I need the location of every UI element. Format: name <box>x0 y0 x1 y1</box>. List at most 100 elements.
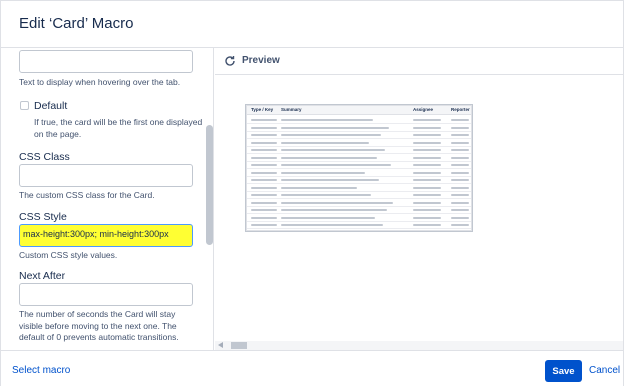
select-macro-link[interactable]: Select macro <box>12 365 70 376</box>
thumbnail-row-divider <box>247 198 471 199</box>
thumbnail-cell <box>413 194 441 196</box>
thumbnail-cell <box>413 126 441 129</box>
thumbnail-col-assignee: Assignee <box>413 107 434 112</box>
thumbnail-cell <box>281 209 387 211</box>
thumbnail-row-divider <box>247 190 471 192</box>
thumbnail-cell <box>281 164 391 166</box>
thumbnail-col-reporter: Reporter <box>451 107 470 112</box>
thumbnail-cell <box>451 209 469 211</box>
thumbnail-cell <box>413 164 441 166</box>
thumbnail-cell <box>251 156 277 159</box>
thumbnail-cell <box>413 134 441 136</box>
thumbnail-cell <box>281 179 379 181</box>
next-after-input[interactable] <box>19 283 193 306</box>
thumbnail-cell <box>281 126 389 129</box>
thumbnail-cell <box>413 209 441 211</box>
thumbnail-cell <box>413 171 441 174</box>
macro-dialog: Edit ‘Card’ Macro Text to display when h… <box>0 0 624 387</box>
thumbnail-cell <box>281 171 365 174</box>
preview-bar: Preview <box>215 48 623 75</box>
thumbnail-cell <box>251 119 277 121</box>
dialog-title: Edit ‘Card’ Macro <box>19 15 134 32</box>
cancel-link[interactable]: Cancel <box>589 365 620 376</box>
css-class-help: The custom CSS class for the Card. <box>19 190 155 200</box>
thumbnail-cell <box>281 201 393 204</box>
thumbnail-cell <box>413 186 441 189</box>
thumbnail-cell <box>451 134 469 136</box>
thumbnail-cell <box>413 179 441 181</box>
default-label: Default <box>34 100 68 112</box>
preview-label: Preview <box>242 55 280 66</box>
thumbnail-cell <box>451 224 469 226</box>
thumbnail-cell <box>451 156 469 159</box>
thumbnail-row-divider <box>247 160 471 162</box>
thumbnail-cell <box>281 134 381 136</box>
thumbnail-cell <box>281 141 369 144</box>
css-style-help: Custom CSS style values. <box>19 250 118 260</box>
thumbnail-cell <box>413 216 441 219</box>
thumbnail-cell <box>251 171 277 174</box>
thumbnail-row-divider <box>247 220 471 222</box>
dialog-header: Edit ‘Card’ Macro <box>1 1 623 48</box>
thumbnail-cell <box>451 186 469 189</box>
thumbnail-cell <box>251 141 277 144</box>
thumbnail-cell <box>451 119 469 121</box>
horizontal-scroll-thumb[interactable] <box>231 342 247 349</box>
thumbnail-row-divider <box>247 205 471 207</box>
preview-thumbnail: Type / Key Summary Assignee Reporter <box>246 105 472 231</box>
css-style-input[interactable]: max-height:300px; min-height:300px <box>19 224 193 247</box>
next-after-label: Next After <box>19 270 66 282</box>
thumbnail-cell <box>281 149 385 151</box>
parameters-scrollbar[interactable] <box>206 125 213 245</box>
thumbnail-cell <box>451 179 469 181</box>
thumbnail-cell <box>413 156 441 159</box>
thumbnail-cell <box>251 134 277 136</box>
preview-area: Type / Key Summary Assignee Reporter <box>215 75 623 341</box>
thumbnail-cell <box>413 224 441 226</box>
thumbnail-cell <box>451 126 469 129</box>
thumbnail-cell <box>281 186 357 189</box>
thumbnail-cell <box>451 194 469 196</box>
refresh-icon[interactable] <box>224 55 236 67</box>
thumbnail-cell <box>281 216 375 219</box>
thumbnail-cell <box>281 194 371 196</box>
thumbnail-row-divider <box>247 145 471 147</box>
thumbnail-cell <box>251 186 277 189</box>
thumbnail-cell <box>281 224 383 226</box>
thumbnail-cell <box>251 126 277 129</box>
thumbnail-col-summary: Summary <box>281 107 302 112</box>
thumbnail-row-divider <box>247 175 471 177</box>
thumbnail-cell <box>281 156 377 159</box>
thumbnail-cell <box>451 149 469 151</box>
thumbnail-header: Type / Key Summary Assignee Reporter <box>247 106 471 115</box>
thumbnail-cell <box>451 164 469 166</box>
save-button[interactable]: Save <box>545 360 582 382</box>
css-style-label: CSS Style <box>19 211 67 223</box>
thumbnail-row-divider <box>247 153 471 154</box>
tooltip-help: Text to display when hovering over the t… <box>19 77 181 87</box>
thumbnail-cell <box>281 119 373 121</box>
thumbnail-row-divider <box>247 228 471 229</box>
default-checkbox[interactable] <box>20 101 29 110</box>
default-help: If true, the card will be the first one … <box>34 117 203 139</box>
thumbnail-cell <box>251 149 277 151</box>
thumbnail-col-type: Type / Key <box>251 107 274 112</box>
thumbnail-cell <box>251 179 277 181</box>
thumbnail-cell <box>251 201 277 204</box>
thumbnail-cell <box>451 141 469 144</box>
thumbnail-row-divider <box>247 123 471 124</box>
preview-horizontal-scrollbar[interactable] <box>215 341 623 350</box>
dialog-footer: Select macro Save Cancel <box>1 350 623 387</box>
tooltip-input[interactable] <box>19 50 193 73</box>
scroll-left-icon[interactable] <box>218 342 223 348</box>
thumbnail-cell <box>413 149 441 151</box>
preview-panel: Preview Type / Key Summary Assignee Repo… <box>215 48 623 350</box>
thumbnail-cell <box>413 201 441 204</box>
parameters-panel[interactable]: Text to display when hovering over the t… <box>1 48 214 350</box>
thumbnail-cell <box>251 209 277 211</box>
thumbnail-cell <box>451 171 469 174</box>
thumbnail-cell <box>251 224 277 226</box>
css-class-input[interactable] <box>19 164 193 187</box>
thumbnail-cell <box>413 141 441 144</box>
css-class-label: CSS Class <box>19 151 70 163</box>
